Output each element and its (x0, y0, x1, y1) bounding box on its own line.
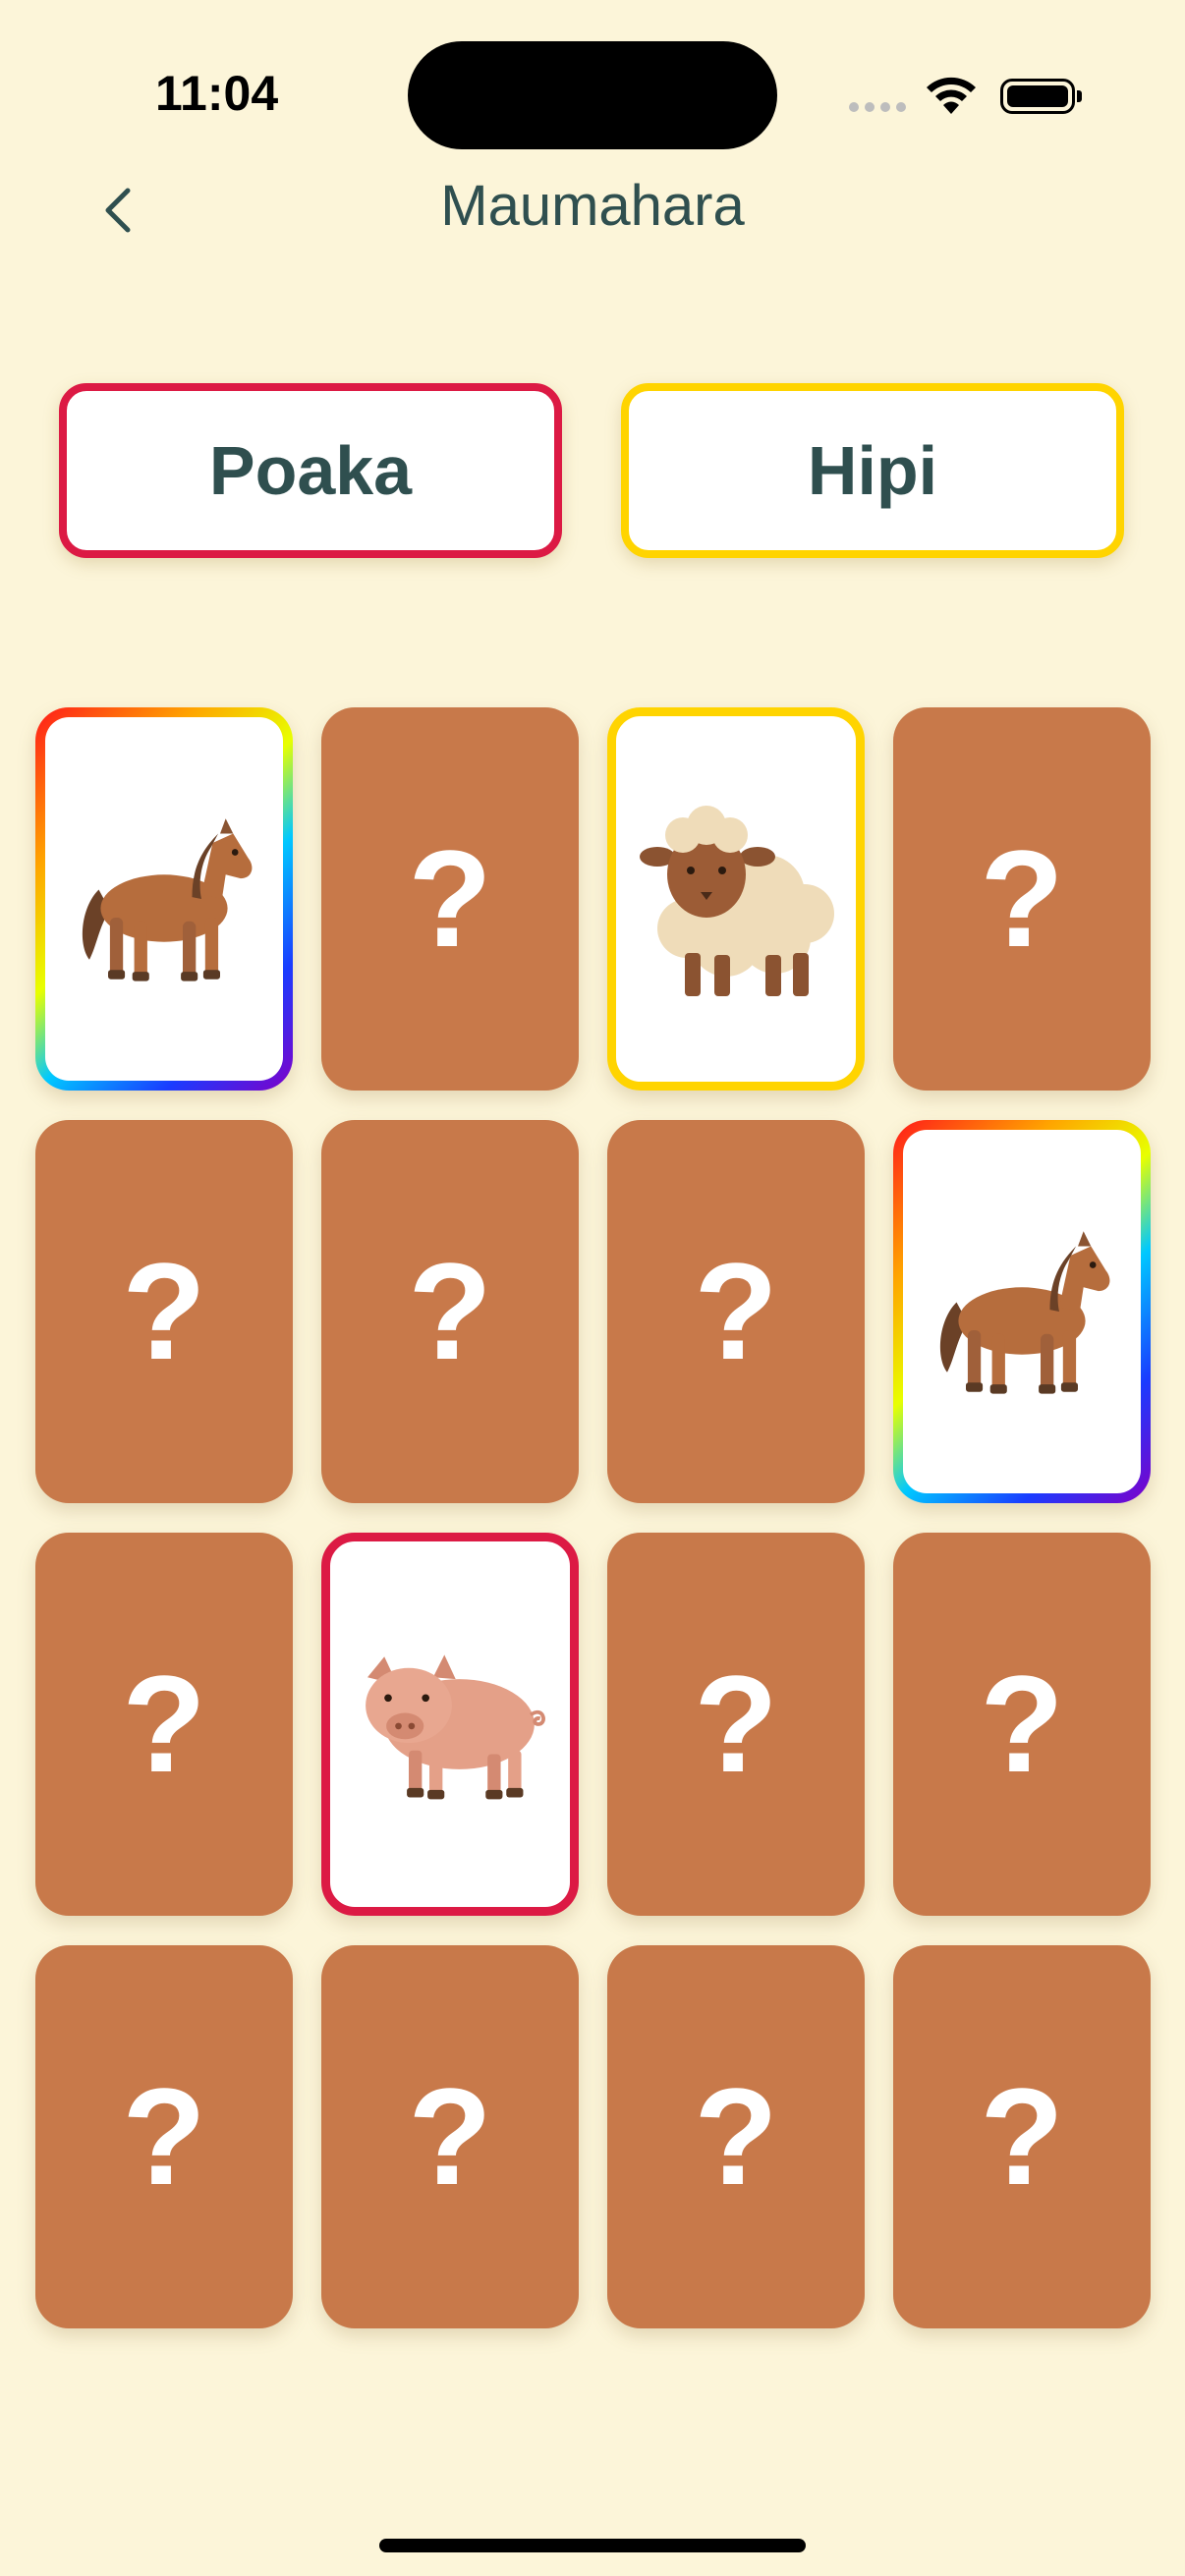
word-chip-hipi[interactable]: Hipi (621, 383, 1124, 558)
card-back-symbol: ? (694, 1647, 778, 1801)
card-face-down[interactable]: ? (321, 1945, 579, 2328)
battery-icon (1000, 79, 1082, 114)
card-face-down[interactable]: ? (607, 1533, 865, 1916)
card-face-down[interactable]: ? (321, 1120, 579, 1503)
card-back-symbol: ? (694, 1234, 778, 1388)
card-inner (45, 717, 283, 1081)
card-face-down[interactable]: ? (35, 1945, 293, 2328)
card-back-symbol: ? (122, 1647, 206, 1801)
card-face-down[interactable]: ? (321, 707, 579, 1091)
cellular-signal-icon (849, 102, 906, 112)
card-face-up[interactable] (35, 707, 293, 1091)
card-face-down[interactable]: ? (35, 1533, 293, 1916)
card-back-symbol: ? (980, 2059, 1064, 2213)
card-back-symbol: ? (980, 821, 1064, 976)
card-face-down[interactable]: ? (893, 1945, 1151, 2328)
card-grid: ???????????? (35, 707, 1151, 2328)
card-face-up[interactable] (893, 1120, 1151, 1503)
horse-icon (61, 806, 267, 992)
card-face-down[interactable]: ? (607, 1945, 865, 2328)
card-back-symbol: ? (122, 2059, 206, 2213)
horse-icon (919, 1218, 1125, 1405)
page-title: Maumahara (440, 174, 745, 238)
pig-icon (347, 1640, 553, 1809)
dynamic-island (408, 41, 777, 149)
card-back-symbol: ? (408, 2059, 492, 2213)
home-indicator (379, 2539, 806, 2552)
wifi-icon (927, 77, 976, 114)
word-chip-poaka[interactable]: Poaka (59, 383, 562, 558)
status-bar: 11:04 (0, 0, 1185, 187)
card-back-symbol: ? (408, 1234, 492, 1388)
card-face-up[interactable] (607, 707, 865, 1091)
card-face-down[interactable]: ? (893, 1533, 1151, 1916)
status-time: 11:04 (155, 66, 279, 121)
card-back-symbol: ? (408, 821, 492, 976)
card-inner (903, 1130, 1141, 1493)
card-back-symbol: ? (980, 1647, 1064, 1801)
card-face-down[interactable]: ? (35, 1120, 293, 1503)
card-face-up[interactable] (321, 1533, 579, 1916)
sheep-icon (628, 796, 844, 1002)
card-face-down[interactable]: ? (893, 707, 1151, 1091)
card-back-symbol: ? (694, 2059, 778, 2213)
card-back-symbol: ? (122, 1234, 206, 1388)
card-face-down[interactable]: ? (607, 1120, 865, 1503)
